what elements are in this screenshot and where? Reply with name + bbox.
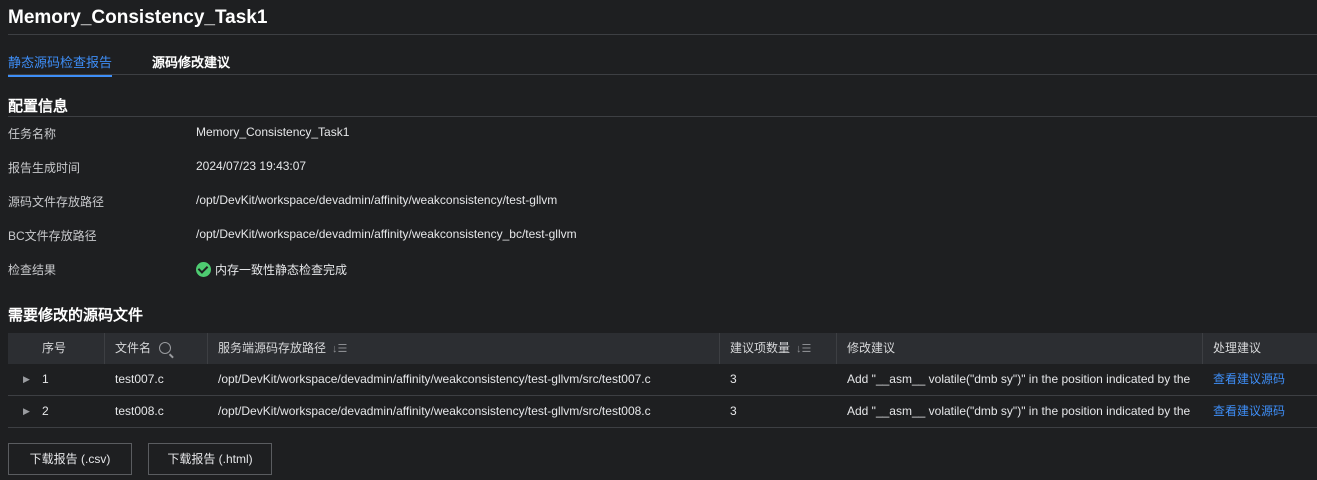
files-table: 序号 文件名 服务端源码存放路径 ↓☰ 建议项数量 ↓☰ 修改建议 处理建议 ▶ 1…	[8, 333, 1317, 428]
sort-icon[interactable]: ↓☰	[796, 334, 811, 365]
search-icon[interactable]	[159, 342, 172, 354]
config-value: 2024/07/23 19:43:07	[196, 159, 307, 173]
cell-index: 2	[42, 404, 49, 418]
config-label: 报告生成时间	[8, 161, 81, 175]
check-circle-icon	[196, 262, 211, 277]
cell-path: /opt/DevKit/workspace/devadmin/affinity/…	[218, 404, 651, 418]
download-html-button[interactable]: 下载报告 (.html)	[148, 443, 272, 475]
files-section-title: 需要修改的源码文件	[8, 307, 144, 324]
status-text: 内存一致性静态检查完成	[215, 263, 348, 277]
expand-row-icon[interactable]: ▶	[23, 396, 30, 427]
tab-source-suggestions[interactable]: 源码修改建议	[152, 52, 230, 75]
table-row: ▶ 2 test008.c /opt/DevKit/workspace/deva…	[8, 396, 1317, 428]
expand-row-icon[interactable]: ▶	[23, 364, 30, 395]
config-row-report-time: 报告生成时间 2024/07/23 19:43:07	[8, 159, 1208, 179]
cell-filename: test007.c	[115, 372, 164, 386]
config-label: BC文件存放路径	[8, 229, 97, 243]
column-header-path[interactable]: 服务端源码存放路径 ↓☰	[207, 333, 719, 364]
cell-index: 1	[42, 372, 49, 386]
tab-divider	[8, 74, 1317, 75]
config-label: 任务名称	[8, 127, 57, 141]
column-header-count[interactable]: 建议项数量 ↓☰	[719, 333, 836, 364]
config-value: /opt/DevKit/workspace/devadmin/affinity/…	[196, 227, 577, 241]
cell-path: /opt/DevKit/workspace/devadmin/affinity/…	[218, 372, 651, 386]
page-title: Memory_Consistency_Task1	[8, 7, 268, 28]
config-row-bc-path: BC文件存放路径 /opt/DevKit/workspace/devadmin/…	[8, 227, 1208, 247]
table-header: 序号 文件名 服务端源码存放路径 ↓☰ 建议项数量 ↓☰ 修改建议 处理建议	[8, 333, 1317, 364]
config-value: 内存一致性静态检查完成	[196, 261, 347, 278]
cell-count: 3	[730, 372, 737, 386]
config-value: /opt/DevKit/workspace/devadmin/affinity/…	[196, 193, 558, 207]
title-divider	[8, 34, 1317, 35]
cell-suggestion: Add "__asm__ volatile("dmb sy")" in the …	[847, 372, 1191, 386]
config-row-source-path: 源码文件存放路径 /opt/DevKit/workspace/devadmin/…	[8, 193, 1208, 213]
view-suggested-source-link[interactable]: 查看建议源码	[1213, 364, 1313, 395]
table-row: ▶ 1 test007.c /opt/DevKit/workspace/deva…	[8, 364, 1317, 396]
column-header-suggestion: 修改建议	[836, 333, 1202, 364]
download-csv-button[interactable]: 下载报告 (.csv)	[8, 443, 132, 475]
sort-icon[interactable]: ↓☰	[332, 334, 347, 365]
column-header-index: 序号	[42, 341, 67, 355]
config-label: 源码文件存放路径	[8, 195, 105, 209]
column-header-action: 处理建议	[1202, 333, 1317, 364]
cell-filename: test008.c	[115, 404, 164, 418]
config-row-task-name: 任务名称 Memory_Consistency_Task1	[8, 125, 1208, 145]
config-value: Memory_Consistency_Task1	[196, 125, 350, 139]
view-suggested-source-link[interactable]: 查看建议源码	[1213, 396, 1313, 427]
config-row-check-result: 检查结果 内存一致性静态检查完成	[8, 261, 1208, 281]
config-divider	[8, 116, 1317, 117]
config-label: 检查结果	[8, 263, 57, 277]
report-page: Memory_Consistency_Task1 静态源码检查报告 源码修改建议…	[0, 0, 1317, 480]
cell-count: 3	[730, 404, 737, 418]
cell-suggestion: Add "__asm__ volatile("dmb sy")" in the …	[847, 404, 1191, 418]
config-section-title: 配置信息	[8, 98, 69, 115]
column-header-filename: 文件名	[104, 333, 207, 364]
